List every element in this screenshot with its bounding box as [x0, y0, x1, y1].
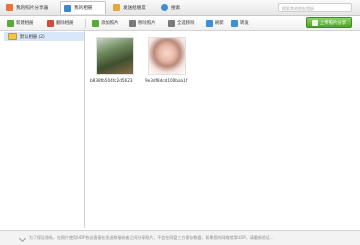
camera-icon [6, 4, 13, 11]
title-tab-bar: 我的照片分享器 我的相册 发送给朋友 搜索 搜索其他朋友相册 [0, 0, 360, 16]
remove-photo-button[interactable]: 移除照片 [128, 17, 157, 29]
check-icon [18, 234, 27, 242]
tab-send-to-friend[interactable]: 发送给朋友 [110, 1, 154, 14]
photo-filename: 9e3df8dcd100baa1f [145, 78, 188, 83]
photo-thumbnail[interactable] [96, 37, 134, 75]
globe-icon [161, 4, 168, 11]
button-label: 删除相册 [56, 21, 74, 26]
delete-album-button[interactable]: 删除相册 [46, 17, 75, 29]
button-label: 刷新 [215, 21, 224, 26]
album-sidebar: 默认相册 (2) [4, 31, 85, 228]
tab-search[interactable]: 搜索 [158, 1, 188, 14]
upload-share-button[interactable]: 上传照片分享 [306, 17, 352, 28]
status-bar: 为了保证隐私，在照片使用UDP协议直接在发送和接收者之间分享照片，不会在网盘三方… [0, 230, 360, 245]
new-album-icon [7, 19, 14, 27]
button-label: 上传照片分享 [319, 20, 347, 26]
share-icon [231, 19, 238, 27]
refresh-icon [206, 19, 213, 27]
album-label: 默认相册 (2) [20, 34, 45, 40]
select-all-remove-button[interactable]: 全选移除 [167, 17, 196, 29]
upload-icon [311, 19, 318, 26]
tab-label: 我的相册 [74, 6, 93, 11]
tab-label: 搜索 [171, 5, 181, 11]
button-label: 添加照片 [101, 21, 119, 26]
add-photo-button[interactable]: 添加照片 [91, 17, 120, 29]
photo-grid: b838fb504fc2d5623 9e3df8dcd100baa1f [86, 31, 356, 228]
send-icon [113, 4, 120, 11]
refresh-button[interactable]: 刷新 [205, 17, 225, 29]
photo-thumbnail[interactable] [148, 37, 186, 75]
sidebar-item-default-album[interactable]: 默认相册 (2) [4, 32, 84, 41]
select-all-icon [168, 19, 175, 27]
button-label: 移除照片 [138, 21, 156, 26]
tab-my-albums[interactable]: 我的相册 [60, 1, 106, 14]
button-label: 全选移除 [177, 21, 195, 26]
divider [85, 19, 86, 28]
album-icon [64, 4, 71, 12]
delete-album-icon [47, 19, 54, 27]
new-album-button[interactable]: 新建相册 [6, 17, 35, 29]
search-input[interactable]: 搜索其他朋友相册 [278, 3, 352, 12]
status-text: 为了保证隐私，在照片使用UDP协议直接在发送和接收者之间分享照片，不会在网盘三方… [29, 235, 274, 240]
button-label: 转发 [240, 21, 249, 26]
add-photo-icon [92, 19, 99, 27]
button-label: 新建相册 [16, 21, 34, 26]
tab-label: 我的照片分享器 [16, 5, 49, 11]
share-button[interactable]: 转发 [230, 17, 250, 29]
remove-photo-icon [129, 19, 136, 27]
tab-photo-sharer[interactable]: 我的照片分享器 [3, 1, 53, 14]
photo-filename: b838fb504fc2d5623 [90, 78, 133, 83]
tab-label: 发送给朋友 [123, 5, 146, 11]
folder-icon [8, 33, 17, 40]
